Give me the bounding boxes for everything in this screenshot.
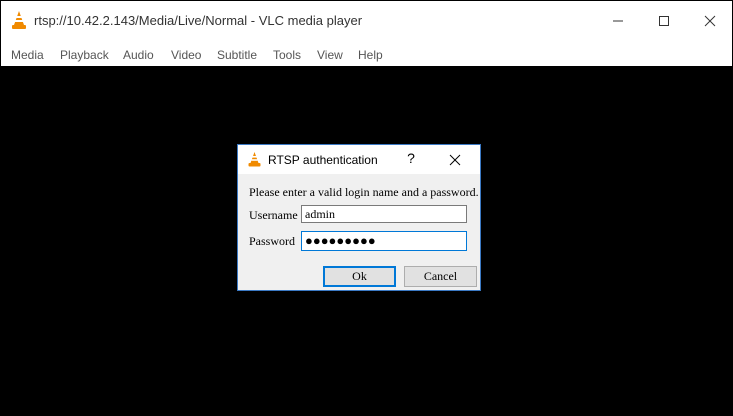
menu-view[interactable]: View: [317, 48, 343, 62]
ok-button[interactable]: Ok: [323, 266, 396, 287]
password-label: Password: [249, 234, 296, 248]
window-title: rtsp://10.42.2.143/Media/Live/Normal - V…: [34, 13, 363, 28]
rtsp-auth-dialog: RTSP authentication ? Please enter a val…: [237, 144, 481, 291]
vlc-window: rtsp://10.42.2.143/Media/Live/Normal - V…: [0, 0, 733, 416]
auth-prompt: Please enter a valid login name and a pa…: [249, 185, 479, 199]
minimize-icon: [613, 20, 623, 22]
dialog-close-button[interactable]: [447, 152, 463, 168]
menu-bar: Media Playback Audio Video Subtitle Tool…: [1, 40, 732, 66]
close-icon: [449, 154, 461, 166]
menu-playback[interactable]: Playback: [60, 48, 109, 62]
username-label: Username: [249, 208, 298, 222]
vlc-cone-icon: [11, 11, 27, 30]
minimize-button[interactable]: [595, 1, 641, 40]
maximize-button[interactable]: [641, 1, 687, 40]
menu-tools[interactable]: Tools: [273, 48, 301, 62]
menu-media[interactable]: Media: [11, 48, 44, 62]
dialog-title: RTSP authentication: [268, 153, 378, 167]
close-button[interactable]: [687, 1, 733, 40]
dialog-title-bar[interactable]: RTSP authentication ?: [238, 145, 480, 174]
menu-help[interactable]: Help: [358, 48, 383, 62]
menu-subtitle[interactable]: Subtitle: [217, 48, 257, 62]
vlc-cone-icon: [248, 152, 261, 167]
close-icon: [704, 15, 716, 27]
menu-audio[interactable]: Audio: [123, 48, 154, 62]
username-field[interactable]: [301, 205, 467, 223]
maximize-icon: [659, 16, 669, 26]
menu-video[interactable]: Video: [171, 48, 201, 62]
cancel-button[interactable]: Cancel: [404, 266, 477, 287]
help-button[interactable]: ?: [404, 150, 418, 168]
password-field[interactable]: [301, 231, 467, 251]
title-bar[interactable]: rtsp://10.42.2.143/Media/Live/Normal - V…: [1, 1, 732, 40]
